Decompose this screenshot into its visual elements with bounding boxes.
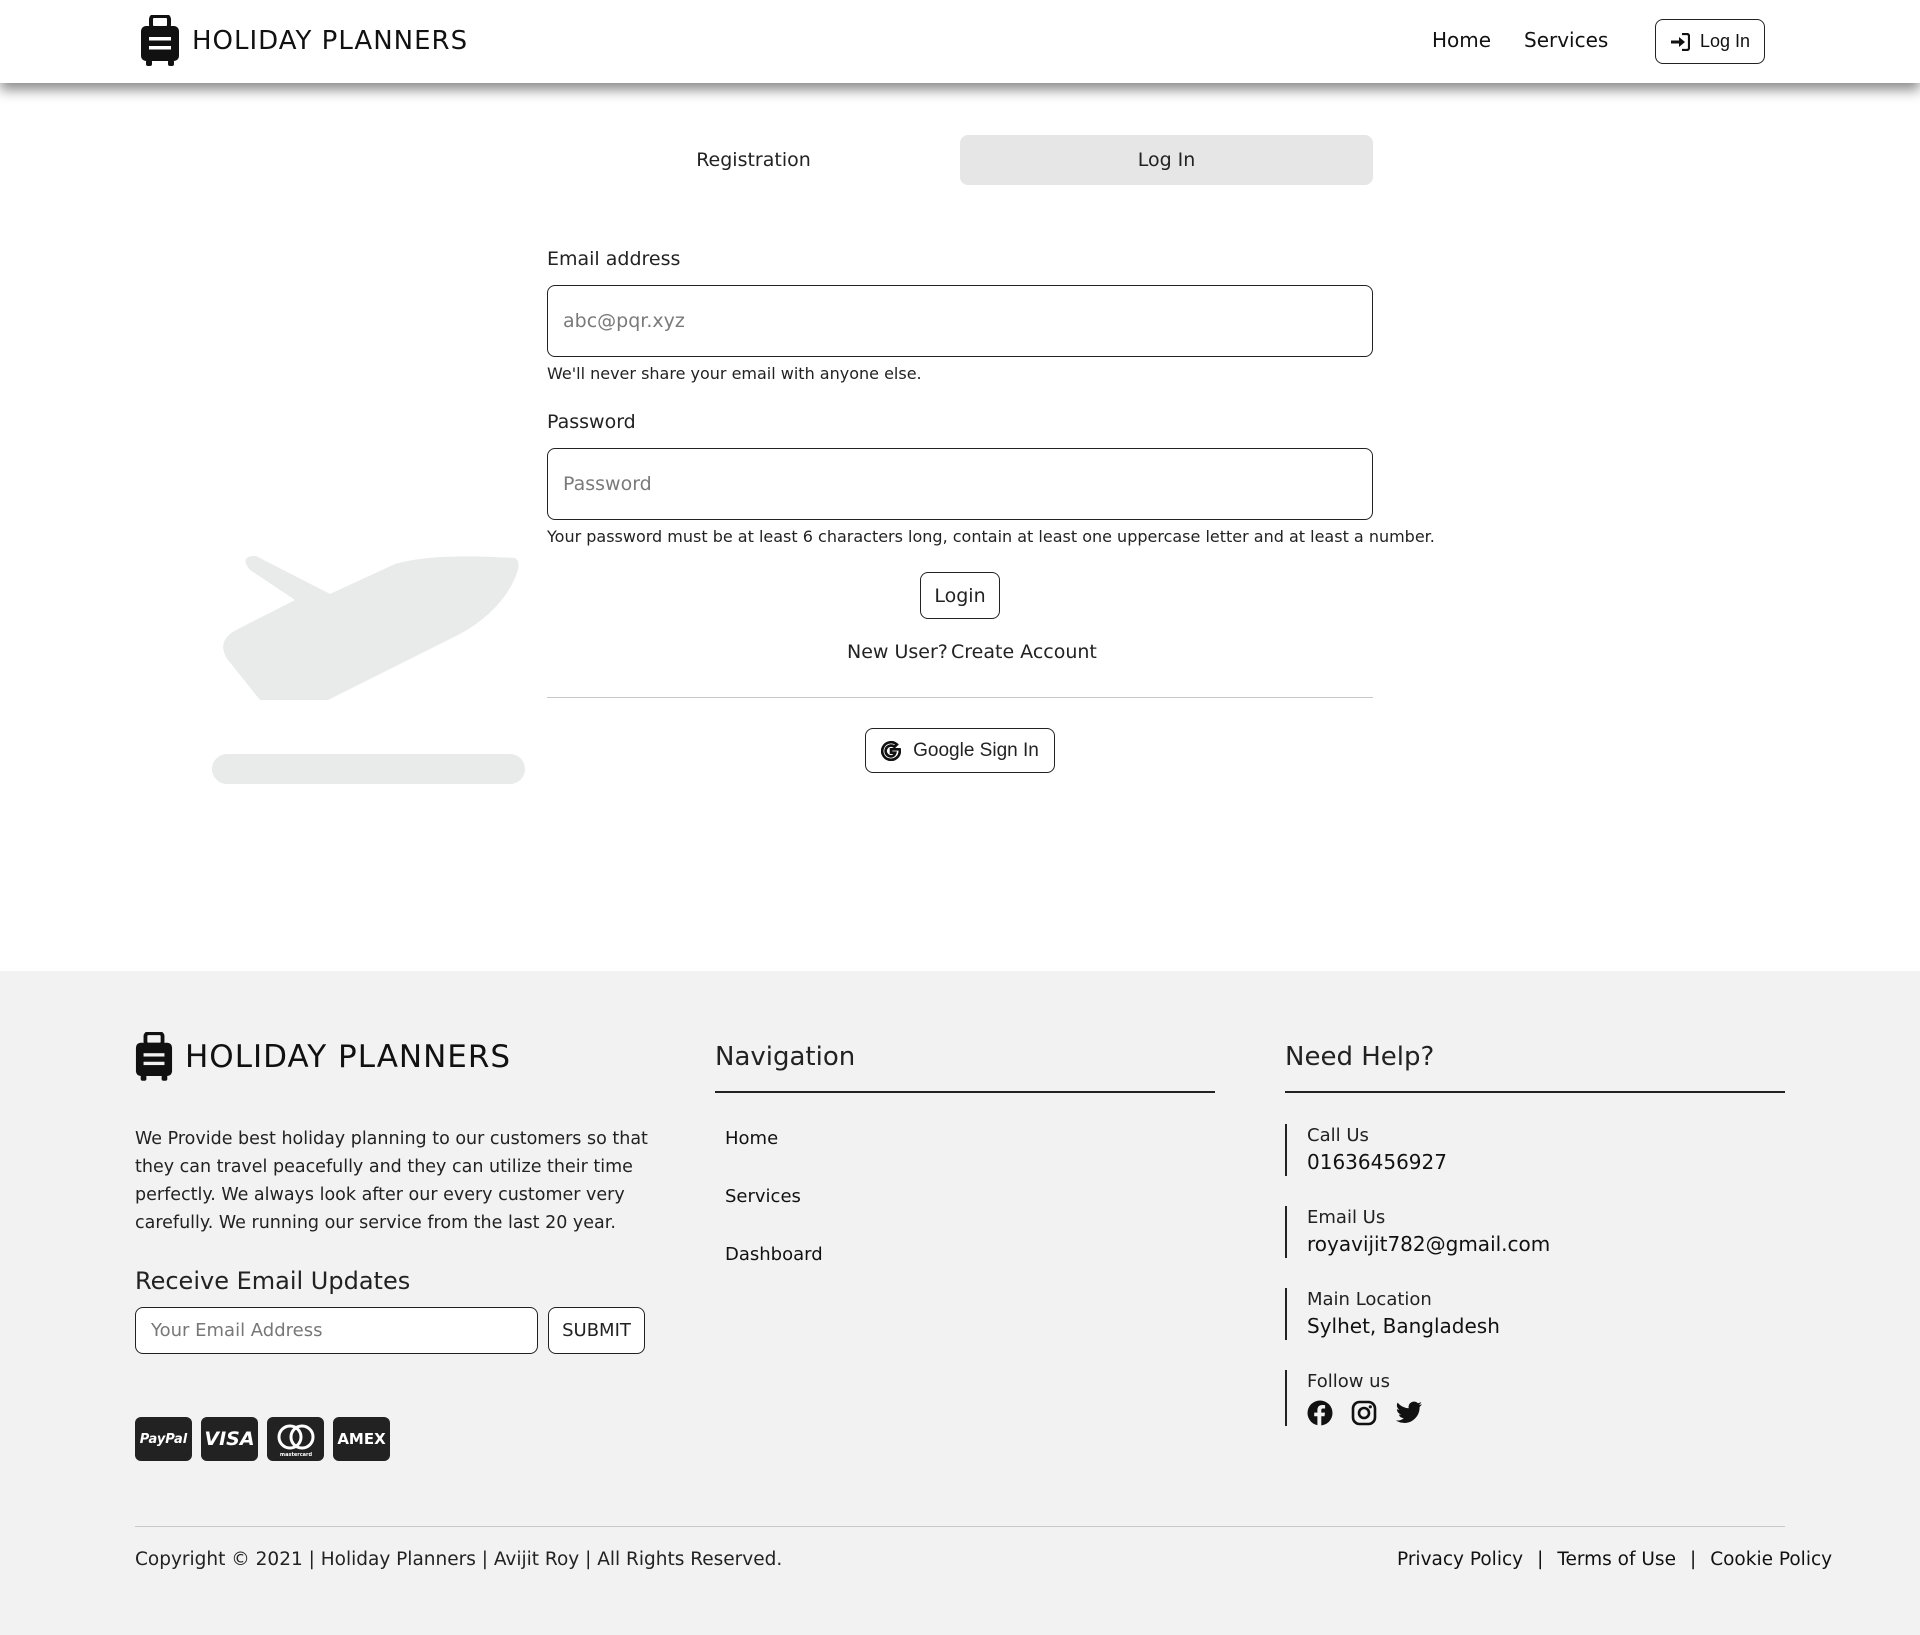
login-submit-button[interactable]: Login	[920, 572, 1000, 619]
brand-logo[interactable]: HOLIDAY PLANNERS	[140, 15, 468, 67]
nav-services[interactable]: Services	[1524, 28, 1608, 52]
footer-bottom-rule	[135, 1526, 1785, 1527]
google-signin-label: Google Sign In	[913, 739, 1039, 761]
visa-label: VISA	[204, 1428, 255, 1450]
email-updates-heading: Receive Email Updates	[135, 1267, 411, 1295]
email-help-text: We'll never share your email with anyone…	[547, 364, 922, 383]
header-login-button[interactable]: Log In	[1655, 19, 1765, 64]
copyright-text: Copyright © 2021 | Holiday Planners | Av…	[135, 1549, 783, 1570]
footer-help-heading: Need Help?	[1285, 1042, 1435, 1072]
contact-call: Call Us 01636456927	[1285, 1124, 1447, 1176]
site-header: HOLIDAY PLANNERS Home Services Log In	[0, 0, 1920, 83]
password-label: Password	[547, 411, 636, 433]
tab-registration[interactable]: Registration	[547, 135, 960, 185]
help-rule	[1285, 1091, 1785, 1093]
policy-links: Privacy Policy | Terms of Use | Cookie P…	[1397, 1549, 1832, 1570]
call-label: Call Us	[1307, 1125, 1369, 1146]
twitter-icon[interactable]	[1395, 1400, 1423, 1426]
password-input[interactable]	[547, 448, 1373, 520]
google-icon	[881, 740, 902, 761]
navigation-rule	[715, 1091, 1215, 1093]
policy-separator: |	[1537, 1549, 1544, 1570]
email-us-value[interactable]: royavijit782@gmail.com	[1307, 1230, 1550, 1258]
footer-nav-services[interactable]: Services	[725, 1186, 801, 1207]
suitcase-icon	[135, 1032, 173, 1081]
footer-nav-home[interactable]: Home	[725, 1128, 778, 1149]
mastercard-label: mastercard	[279, 1452, 312, 1458]
follow-label: Follow us	[1307, 1371, 1390, 1392]
contact-follow: Follow us	[1285, 1370, 1423, 1426]
email-input[interactable]	[547, 285, 1373, 357]
create-account-link[interactable]: Create Account	[951, 641, 1097, 663]
amex-icon: AMEX	[333, 1417, 390, 1461]
instagram-icon[interactable]	[1351, 1400, 1377, 1426]
tab-login[interactable]: Log In	[960, 135, 1373, 185]
footer-brand-logo[interactable]: HOLIDAY PLANNERS	[135, 1032, 511, 1082]
airplane-illustration	[212, 556, 525, 784]
new-user-text: New User?	[847, 641, 948, 663]
amex-label: AMEX	[337, 1430, 386, 1448]
footer-brand-name: HOLIDAY PLANNERS	[185, 1039, 512, 1075]
location-value: Sylhet, Bangladesh	[1307, 1314, 1500, 1338]
visa-icon: VISA	[201, 1417, 258, 1461]
header-login-label: Log In	[1699, 31, 1751, 51]
nav-home[interactable]: Home	[1432, 28, 1491, 52]
terms-of-use-link[interactable]: Terms of Use	[1557, 1549, 1676, 1570]
brand-name: HOLIDAY PLANNERS	[192, 26, 469, 56]
sign-in-icon	[1670, 32, 1690, 51]
paypal-label: PayPal	[139, 1431, 188, 1447]
footer-navigation-heading: Navigation	[715, 1042, 856, 1072]
call-value[interactable]: 01636456927	[1307, 1148, 1447, 1176]
newsletter-submit-button[interactable]: SUBMIT	[548, 1307, 645, 1354]
footer-about-text: We Provide best holiday planning to our …	[135, 1129, 648, 1233]
contact-email: Email Us royavijit782@gmail.com	[1285, 1206, 1550, 1258]
cookie-policy-link[interactable]: Cookie Policy	[1710, 1549, 1832, 1570]
password-help-text: Your password must be at least 6 charact…	[547, 527, 1435, 546]
location-label: Main Location	[1307, 1289, 1432, 1310]
mastercard-icon: mastercard	[267, 1417, 324, 1461]
suitcase-icon	[141, 15, 179, 66]
policy-separator: |	[1689, 1549, 1697, 1570]
social-links	[1307, 1400, 1423, 1426]
privacy-policy-link[interactable]: Privacy Policy	[1397, 1549, 1523, 1570]
footer-nav-dashboard[interactable]: Dashboard	[725, 1244, 823, 1265]
mastercard-circles: mastercard	[277, 1424, 314, 1458]
email-label: Email address	[547, 248, 681, 270]
contact-location: Main Location Sylhet, Bangladesh	[1285, 1288, 1500, 1340]
paypal-icon: PayPal	[135, 1417, 192, 1461]
google-signin-button[interactable]: Google Sign In	[865, 728, 1055, 773]
facebook-icon[interactable]	[1307, 1400, 1333, 1426]
email-us-label: Email Us	[1307, 1207, 1386, 1228]
newsletter-email-input[interactable]	[135, 1307, 538, 1354]
form-divider	[547, 697, 1373, 698]
